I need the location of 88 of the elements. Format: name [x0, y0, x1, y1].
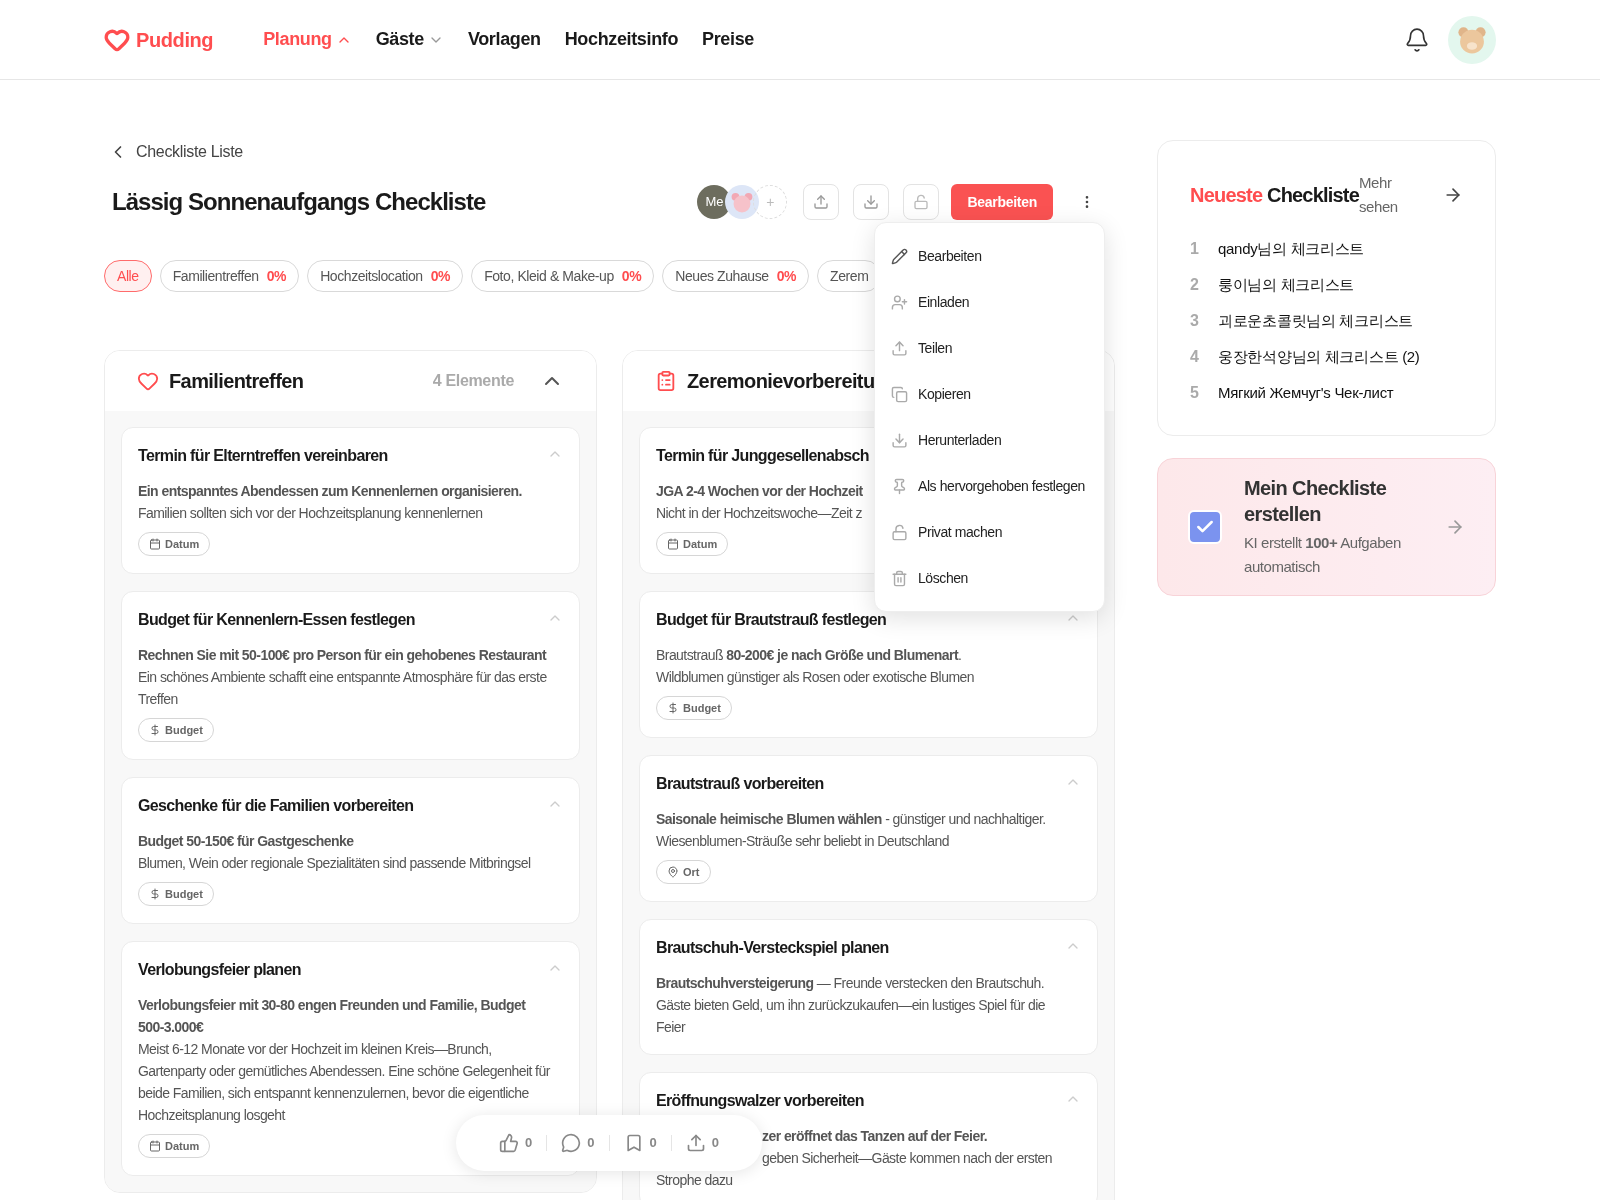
download-icon — [891, 431, 908, 449]
create-checklist-card[interactable]: Mein Checkliste erstellen KI erstellt 100+ Aufgaben automatisch — [1157, 458, 1496, 596]
pin-icon — [891, 477, 908, 495]
menu-item[interactable]: Bearbeiten — [875, 233, 1104, 279]
task-description: Ein entspanntes Abendessen zum Kennenlernen organisieren. — [138, 482, 522, 501]
copy-icon — [891, 385, 908, 403]
trash-icon — [891, 569, 908, 587]
task-description: Brautschuhversteigerung — Freunde verstecken den Brautschuh. — [656, 974, 1045, 993]
nav-item[interactable]: Preise — [702, 26, 754, 53]
reaction-button[interactable]: 0 — [685, 1133, 719, 1153]
task-title: Budget für Kennenlern-Essen festlegen — [138, 610, 415, 630]
category-title: Familientreffen — [169, 369, 304, 394]
task-title: Budget für Brautstrauß festlegen — [656, 610, 887, 630]
checklist-link[interactable]: Мягкий Жемчуг's Чек-лист — [1218, 381, 1394, 405]
back-link[interactable]: Checkliste Liste — [108, 140, 243, 164]
lock-icon — [891, 523, 908, 541]
task-title: Verlobungsfeier planen — [138, 960, 301, 980]
lock-icon — [913, 194, 930, 210]
task-description: Gäste bieten Geld, um ihn zurückzukaufen—ein lustiges Spiel für die Feier — [656, 996, 1046, 1037]
clipboard-icon — [655, 370, 677, 392]
filter-chip[interactable]: Zerem — [817, 260, 874, 292]
menu-item[interactable]: Einladen — [875, 279, 1104, 325]
task-description: zer eröffnet das Tanzen auf der Feier. — [762, 1127, 988, 1146]
notification-icon[interactable] — [1404, 26, 1430, 53]
task-title: Eröffnungswalzer vorbereiten — [656, 1091, 864, 1111]
item-count: 4 Elemente — [432, 371, 514, 391]
menu-item[interactable]: Kopieren — [875, 371, 1104, 417]
share-icon — [813, 194, 830, 210]
task-description: Saisonale heimische Blumen wählen - günstiger und nachhaltiger. — [656, 810, 1046, 829]
category-title: Zeremonievorbereitu — [687, 369, 875, 394]
task-title: Termin für Elterntreffen vereinbaren — [138, 446, 388, 466]
task-description: Rechnen Sie mit 50-100€ pro Person für ein gehobenes Restaurant — [138, 646, 547, 665]
filter-chip[interactable]: Familientreffen 0% — [159, 260, 300, 292]
menu-item[interactable]: Löschen — [875, 555, 1104, 601]
task-description: Nicht in der Hochzeitswoche—Zeit z — [656, 504, 862, 523]
download-button[interactable] — [853, 184, 890, 220]
task-description: Wiesenblumen-Sträuße sehr beliebt in Deutschland — [656, 832, 949, 851]
list-number: 4 — [1190, 347, 1200, 367]
checklist-link[interactable]: qandy님의 체크리스트 — [1218, 237, 1365, 261]
task-description: Familien sollten sich vor der Hochzeitsplanung kennenlernen — [138, 504, 483, 523]
promo-text: KI erstellt 100+ Aufgaben automatisch — [1244, 533, 1402, 577]
task-description: Brautstrauß 80-200€ je nach Größe und Blumenart. — [656, 646, 962, 665]
task-description: Ein schönes Ambiente schafft eine entspannte Atmosphäre für das erste Treffen — [138, 668, 548, 709]
heart-icon — [137, 370, 159, 392]
menu-item[interactable]: Als hervorgehoben festlegen — [875, 463, 1104, 509]
task-title: Brautschuh-Versteckspiel planen — [656, 938, 889, 958]
profile-avatar[interactable] — [1448, 15, 1496, 64]
user-add-icon — [891, 293, 908, 311]
filter-chip[interactable]: Neues Zuhause 0% — [662, 260, 810, 292]
list-number: 5 — [1190, 383, 1200, 403]
download-icon — [863, 194, 880, 210]
reaction-button[interactable]: 0 — [623, 1133, 657, 1153]
promo-title: Mein Checkliste erstellen — [1244, 476, 1388, 527]
reaction-button[interactable]: 0 — [499, 1133, 533, 1153]
share-icon — [891, 339, 908, 357]
list-number: 2 — [1190, 275, 1200, 295]
list-number: 1 — [1190, 239, 1200, 259]
member-avatar[interactable] — [725, 185, 760, 219]
task-description: Strophe dazu — [656, 1171, 733, 1190]
checklist-link[interactable]: 룽이님의 체크리스트 — [1218, 273, 1355, 297]
task-title: Geschenke für die Familien vorbereiten — [138, 796, 414, 816]
nav-item[interactable]: Vorlagen — [467, 26, 541, 53]
nav-item[interactable]: Gäste — [375, 26, 444, 53]
panel-title: Neueste Checkliste — [1190, 183, 1360, 206]
pencil-icon — [891, 247, 908, 265]
reaction-button[interactable]: 0 — [561, 1133, 595, 1153]
share-button[interactable] — [803, 184, 840, 220]
menu-item[interactable]: Teilen — [875, 325, 1104, 371]
menu-item[interactable]: Herunterladen — [875, 417, 1104, 463]
task-description: Budget 50-150€ für Gastgeschenke — [138, 832, 354, 851]
task-title: Termin für Junggesellenabsch — [656, 446, 869, 466]
lock-button[interactable] — [903, 184, 940, 220]
filter-chip[interactable]: Foto, Kleid & Make-up 0% — [471, 260, 655, 292]
task-title: Brautstrauß vorbereiten — [656, 774, 824, 794]
checklist-link[interactable]: 괴로운초콜릿님의 체크리스트 — [1218, 309, 1413, 333]
task-description: Meist 6-12 Monate vor der Hochzeit im kleinen Kreis—Brunch, Gartenparty oder gemütliches Abendessen. Eine schöne Gelegenheit für beide Familien, sich entspannt kennenzulernen, bevor die eigentliche Hochzeitsplanung losgeht — [138, 1040, 550, 1125]
task-description: geben Sicherheit—Gäste kommen nach der ersten — [762, 1149, 1052, 1168]
menu-item[interactable]: Privat machen — [875, 509, 1104, 555]
task-description: Verlobungsfeier mit 30-80 engen Freunden und Familie, Budget 500-3.000€ — [138, 996, 527, 1037]
task-description: Blumen, Wein oder regionale Spezialitäten sind passende Mitbringsel — [138, 854, 531, 873]
task-description: JGA 2-4 Wochen vor der Hochzeit — [656, 482, 863, 501]
checklist-link[interactable]: 웅장한석양님의 체크리스트 (2) — [1218, 345, 1420, 369]
task-description: Wildblumen günstiger als Rosen oder exotische Blumen — [656, 668, 974, 687]
page-title: Lässig Sonnenaufgangs Checkliste — [112, 187, 486, 217]
list-number: 3 — [1190, 311, 1200, 331]
nav-item[interactable]: Hochzeitsinfo — [564, 26, 679, 53]
more-link[interactable]: Mehr sehen — [1359, 171, 1406, 219]
filter-chip[interactable]: Hochzeitslocation 0% — [307, 260, 464, 292]
